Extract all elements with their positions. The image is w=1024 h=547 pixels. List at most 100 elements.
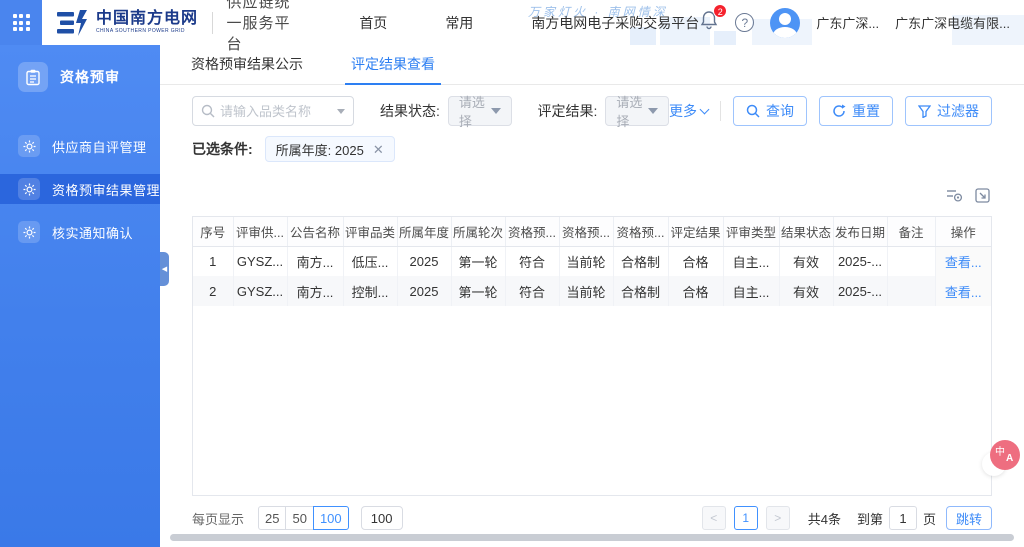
filter-row: 结果状态: 请选择 评定结果: 请选择 更多 查询 [192, 96, 992, 126]
results-table: 序号评审供...公告名称评审品类所属年度所属轮次资格预...资格预...资格预.… [192, 216, 992, 496]
tab-1[interactable]: 评定结果查看 [345, 45, 441, 85]
table-header-cell: 备注 [887, 217, 935, 246]
query-button[interactable]: 查询 [733, 96, 807, 126]
table-cell: 有效 [779, 246, 833, 276]
table-cell: 低压... [343, 246, 397, 276]
funnel-icon [918, 105, 931, 118]
chevron-down-icon [337, 109, 345, 114]
view-link[interactable]: 查看... [945, 285, 982, 300]
table-cell: 第一轮 [451, 246, 505, 276]
next-page-button[interactable]: > [766, 506, 790, 530]
sidebar-item-label: 资格预审 [60, 67, 120, 87]
sidebar: 资格预审供应商自评管理资格预审结果管理核实通知确认 [0, 45, 160, 547]
page-size-input[interactable] [361, 506, 403, 530]
header-divider [212, 12, 213, 34]
reset-button[interactable]: 重置 [819, 96, 893, 126]
goto-page: 到第 页 [857, 506, 936, 530]
column-settings-icon[interactable] [946, 188, 963, 203]
divider [720, 101, 721, 121]
sidebar-item-3[interactable]: 核实通知确认 [0, 218, 160, 246]
table-header-cell: 资格预... [559, 217, 613, 246]
translate-icon: 中A [990, 440, 1020, 470]
top-header: 中国南方电网 CHINA SOUTHERN POWER GRID 供应链统一服务… [0, 0, 1024, 45]
sidebar-item-2[interactable]: 资格预审结果管理 [0, 174, 160, 204]
result-status-label: 结果状态: [380, 101, 440, 121]
category-search-select[interactable] [192, 96, 354, 126]
help-icon[interactable]: ? [735, 13, 754, 32]
sidebar-collapse-handle[interactable]: ◀ [160, 252, 169, 286]
csg-logo: 中国南方电网 CHINA SOUTHERN POWER GRID [56, 10, 198, 36]
chip-close-icon[interactable]: ✕ [373, 143, 384, 156]
page-size-50[interactable]: 50 [285, 506, 313, 530]
table-cell: 当前轮 [559, 246, 613, 276]
user-name[interactable]: 广东广深... [816, 13, 879, 32]
table-header-cell: 评审品类 [343, 217, 397, 246]
horizontal-scrollbar[interactable] [170, 534, 1014, 541]
gear-icon [18, 135, 40, 157]
table-cell: 合格 [668, 276, 723, 306]
chevron-down-icon [700, 105, 710, 115]
table-header-cell: 评审类型 [723, 217, 779, 246]
total-count-label: 共4条 [808, 509, 841, 528]
search-icon [746, 104, 760, 118]
table-header-row: 序号评审供...公告名称评审品类所属年度所属轮次资格预...资格预...资格预.… [193, 217, 991, 246]
sidebar-item-label: 资格预审结果管理 [52, 180, 160, 199]
evaluation-result-select[interactable]: 请选择 [605, 96, 669, 126]
table-header-cell: 所属年度 [397, 217, 451, 246]
sidebar-item-1[interactable]: 供应商自评管理 [0, 132, 160, 160]
page-size-25[interactable]: 25 [258, 506, 286, 530]
table-cell: 控制... [343, 276, 397, 306]
platform-title: 供应链统一服务平台 [227, 0, 302, 54]
prev-page-button[interactable]: < [702, 506, 726, 530]
table-cell: 合格 [668, 246, 723, 276]
table-cell: 2025 [397, 276, 451, 306]
table-cell: 2025 [397, 246, 451, 276]
table-header-cell: 公告名称 [287, 217, 343, 246]
search-input[interactable] [220, 104, 333, 119]
table-cell: 合格制 [613, 246, 668, 276]
sidebar-item-label: 核实通知确认 [52, 223, 133, 242]
table-header-cell: 结果状态 [779, 217, 833, 246]
main-content: 资格预审结果公示评定结果查看 结果状态: 请选择 评定结果: 请选择 更多 [160, 45, 1024, 547]
table-cell: 第一轮 [451, 276, 505, 306]
jump-button[interactable]: 跳转 [946, 506, 992, 530]
pagination-bar: 每页显示 2550100 < 1 > 共4条 到第 页 跳转 [192, 505, 992, 531]
avatar[interactable] [770, 8, 800, 38]
nav-item[interactable]: 常用 [445, 13, 473, 33]
table-body: 1GYSZ...南方...低压...2025第一轮符合当前轮合格制合格自主...… [193, 246, 991, 306]
notification-bell-icon[interactable]: 2 [699, 10, 719, 35]
header-nav: 首页 常用 南方电网电子采购交易平台 [359, 13, 699, 33]
table-header-cell: 评定结果 [668, 217, 723, 246]
table-cell [887, 276, 935, 306]
goto-page-input[interactable] [889, 506, 917, 530]
more-button[interactable]: 更多 [669, 101, 708, 121]
fullscreen-icon[interactable] [975, 188, 990, 203]
nav-item[interactable]: 南方电网电子采购交易平台 [531, 13, 699, 33]
table-cell: 2 [193, 276, 233, 306]
table-cell: 合格制 [613, 276, 668, 306]
translate-float-button[interactable]: 中A [990, 440, 1022, 472]
chevron-down-icon [648, 108, 658, 114]
selected-conditions-row: 已选条件: 所属年度: 2025 ✕ [192, 136, 992, 162]
filter-button[interactable]: 过滤器 [905, 96, 992, 126]
nav-item[interactable]: 首页 [359, 13, 387, 33]
gear-icon [18, 178, 40, 200]
apps-grid-icon [13, 14, 30, 31]
current-page-button[interactable]: 1 [734, 506, 758, 530]
result-status-select[interactable]: 请选择 [448, 96, 512, 126]
logo-cn-text: 中国南方电网 [96, 11, 198, 27]
table-tools [160, 188, 990, 203]
per-page-label: 每页显示 [192, 509, 244, 528]
table-cell [887, 246, 935, 276]
table-row: 2GYSZ...南方...控制...2025第一轮符合当前轮合格制合格自主...… [193, 276, 991, 306]
company-name[interactable]: 广东广深电缆有限... [895, 13, 1010, 32]
notification-badge: 2 [713, 4, 727, 18]
table-header-row: 序号评审供...公告名称评审品类所属年度所属轮次资格预...资格预...资格预.… [193, 217, 991, 246]
page-size-100[interactable]: 100 [313, 506, 349, 530]
search-icon [201, 104, 215, 118]
apps-grid-button[interactable] [0, 0, 42, 45]
view-link[interactable]: 查看... [945, 255, 982, 270]
sidebar-item-0[interactable]: 资格预审 [18, 60, 160, 94]
table-header-cell: 操作 [935, 217, 991, 246]
chevron-down-icon [491, 108, 501, 114]
